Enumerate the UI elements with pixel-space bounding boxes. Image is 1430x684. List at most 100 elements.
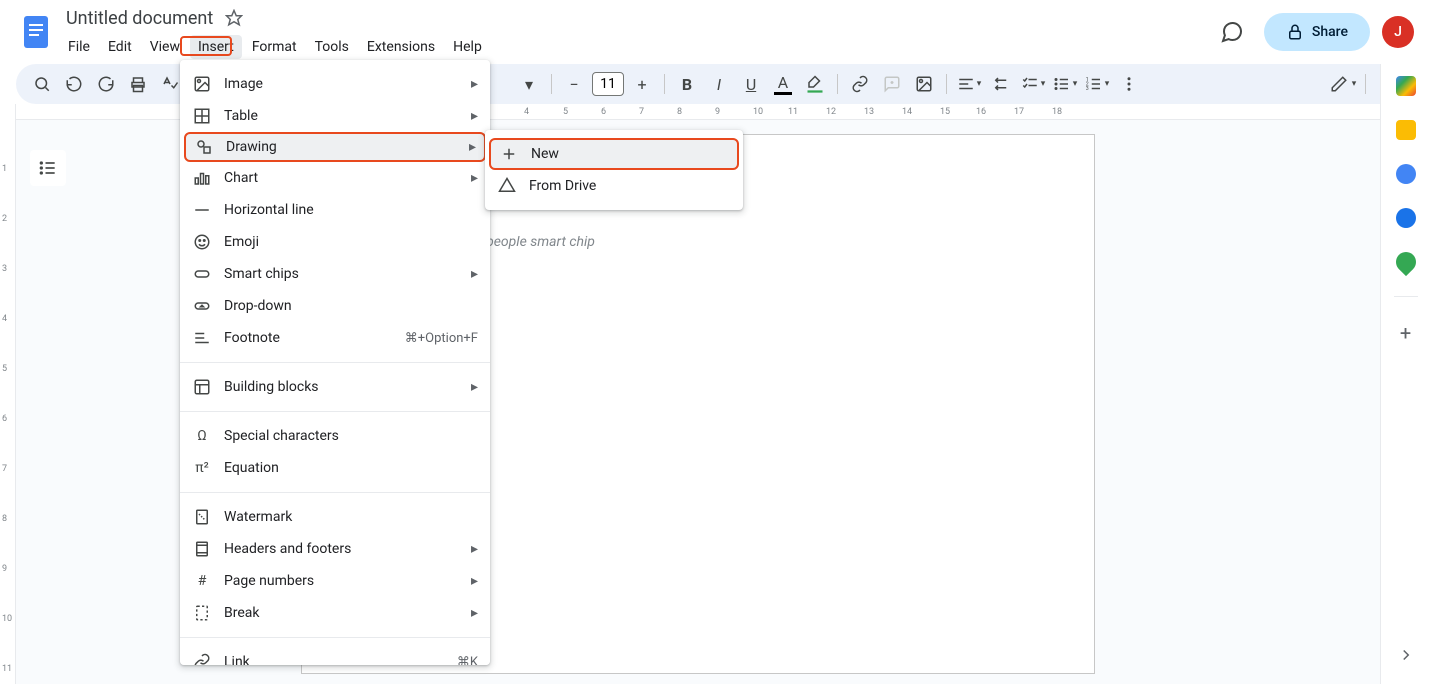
comment-history-button[interactable] — [1212, 12, 1252, 52]
font-dropdown-arrow[interactable]: ▾ — [515, 70, 543, 98]
search-menus-button[interactable] — [28, 70, 56, 98]
star-icon[interactable] — [225, 9, 243, 27]
submenu-arrow-icon: ▸ — [471, 379, 478, 395]
more-button[interactable] — [1115, 70, 1143, 98]
account-avatar[interactable]: J — [1382, 16, 1414, 48]
add-comment-button[interactable] — [878, 70, 906, 98]
calendar-addon-icon[interactable] — [1396, 76, 1416, 96]
insert-headers-footers-item[interactable]: Headers and footers ▸ — [180, 533, 490, 565]
share-button[interactable]: Share — [1264, 13, 1370, 51]
share-label: Share — [1312, 24, 1348, 40]
italic-button[interactable]: I — [705, 70, 733, 98]
highlight-color-button[interactable] — [801, 70, 829, 98]
insert-footnote-item[interactable]: Footnote ⌘+Option+F — [180, 322, 490, 354]
submenu-arrow-icon: ▸ — [471, 108, 478, 124]
footnote-icon — [192, 328, 212, 348]
bold-button[interactable]: B — [673, 70, 701, 98]
insert-image-button[interactable] — [910, 70, 938, 98]
submenu-arrow-icon: ▸ — [471, 573, 478, 589]
menu-insert[interactable]: Insert — [190, 35, 242, 59]
document-title[interactable]: Untitled document — [60, 6, 219, 31]
drawing-from-drive-item[interactable]: From Drive — [485, 170, 743, 202]
submenu-arrow-icon: ▸ — [471, 605, 478, 621]
menu-edit[interactable]: Edit — [100, 35, 140, 59]
checklist-button[interactable]: ▾ — [1019, 70, 1047, 98]
smart-chips-icon — [192, 264, 212, 284]
link-icon — [192, 652, 212, 665]
insert-equation-item[interactable]: π² Equation — [180, 452, 490, 484]
emoji-icon — [192, 232, 212, 252]
vertical-ruler: 1 2 3 4 5 6 7 8 9 10 11 — [0, 104, 16, 684]
menubar: File Edit View Insert Format Tools Exten… — [60, 35, 490, 59]
insert-chart-item[interactable]: Chart ▸ — [180, 162, 490, 194]
menu-help[interactable]: Help — [445, 35, 490, 59]
image-icon — [192, 74, 212, 94]
table-icon — [192, 106, 212, 126]
maps-addon-icon[interactable] — [1391, 248, 1419, 276]
dropdown-icon — [192, 296, 212, 316]
lock-icon — [1286, 23, 1304, 41]
keep-addon-icon[interactable] — [1396, 120, 1416, 140]
chart-icon — [192, 168, 212, 188]
svg-text:3: 3 — [1085, 86, 1088, 92]
insert-horizontal-line-item[interactable]: Horizontal line — [180, 194, 490, 226]
decrease-font-button[interactable]: − — [560, 70, 588, 98]
insert-break-item[interactable]: Break ▸ — [180, 597, 490, 629]
menu-format[interactable]: Format — [244, 35, 305, 59]
submenu-arrow-icon: ▸ — [471, 541, 478, 557]
insert-special-characters-item[interactable]: Ω Special characters — [180, 420, 490, 452]
undo-button[interactable] — [60, 70, 88, 98]
plus-icon — [499, 144, 519, 164]
drawing-new-item[interactable]: New — [489, 138, 739, 170]
editing-mode-button[interactable]: ▾ — [1329, 70, 1357, 98]
underline-button[interactable]: U — [737, 70, 765, 98]
insert-smart-chips-item[interactable]: Smart chips ▸ — [180, 258, 490, 290]
page-numbers-icon: # — [192, 571, 212, 591]
equation-icon: π² — [192, 458, 212, 478]
contacts-addon-icon[interactable] — [1396, 208, 1416, 228]
omega-icon: Ω — [192, 426, 212, 446]
building-blocks-icon — [192, 377, 212, 397]
numbered-list-button[interactable]: 123▾ — [1083, 70, 1111, 98]
insert-drawing-item[interactable]: Drawing ▸ — [184, 132, 486, 162]
submenu-arrow-icon: ▸ — [471, 266, 478, 282]
redo-button[interactable] — [92, 70, 120, 98]
font-size-input[interactable] — [592, 72, 624, 96]
menu-view[interactable]: View — [142, 35, 188, 59]
show-outline-button[interactable] — [30, 150, 66, 186]
insert-image-item[interactable]: Image ▸ — [180, 68, 490, 100]
submenu-arrow-icon: ▸ — [471, 170, 478, 186]
align-button[interactable]: ▾ — [955, 70, 983, 98]
submenu-arrow-icon: ▸ — [471, 76, 478, 92]
tasks-addon-icon[interactable] — [1396, 164, 1416, 184]
print-button[interactable] — [124, 70, 152, 98]
menu-file[interactable]: File — [60, 35, 98, 59]
hide-sidepanel-button[interactable] — [1397, 646, 1415, 668]
line-spacing-button[interactable] — [987, 70, 1015, 98]
get-addons-button[interactable]: + — [1400, 321, 1411, 345]
increase-font-button[interactable]: + — [628, 70, 656, 98]
headers-footers-icon — [192, 539, 212, 559]
insert-dropdown-item[interactable]: Drop-down — [180, 290, 490, 322]
submenu-arrow-icon: ▸ — [469, 139, 476, 155]
drawing-icon — [194, 137, 214, 157]
docs-logo[interactable] — [16, 12, 56, 52]
insert-page-numbers-item[interactable]: # Page numbers ▸ — [180, 565, 490, 597]
horizontal-line-icon — [192, 200, 212, 220]
menu-extensions[interactable]: Extensions — [359, 35, 443, 59]
insert-watermark-item[interactable]: Watermark — [180, 501, 490, 533]
insert-building-blocks-item[interactable]: Building blocks ▸ — [180, 371, 490, 403]
insert-link-item[interactable]: Link ⌘K — [180, 646, 490, 665]
bulleted-list-button[interactable]: ▾ — [1051, 70, 1079, 98]
insert-link-button[interactable] — [846, 70, 874, 98]
text-color-button[interactable]: A — [769, 70, 797, 98]
insert-menu-dropdown: Image ▸ Table ▸ Drawing ▸ Chart ▸ Horizo… — [180, 60, 490, 665]
break-icon — [192, 603, 212, 623]
drawing-submenu: New From Drive — [485, 130, 743, 210]
menu-tools[interactable]: Tools — [307, 35, 357, 59]
insert-table-item[interactable]: Table ▸ — [180, 100, 490, 132]
insert-emoji-item[interactable]: Emoji — [180, 226, 490, 258]
drive-icon — [497, 176, 517, 196]
side-panel: + — [1380, 64, 1430, 684]
watermark-icon — [192, 507, 212, 527]
